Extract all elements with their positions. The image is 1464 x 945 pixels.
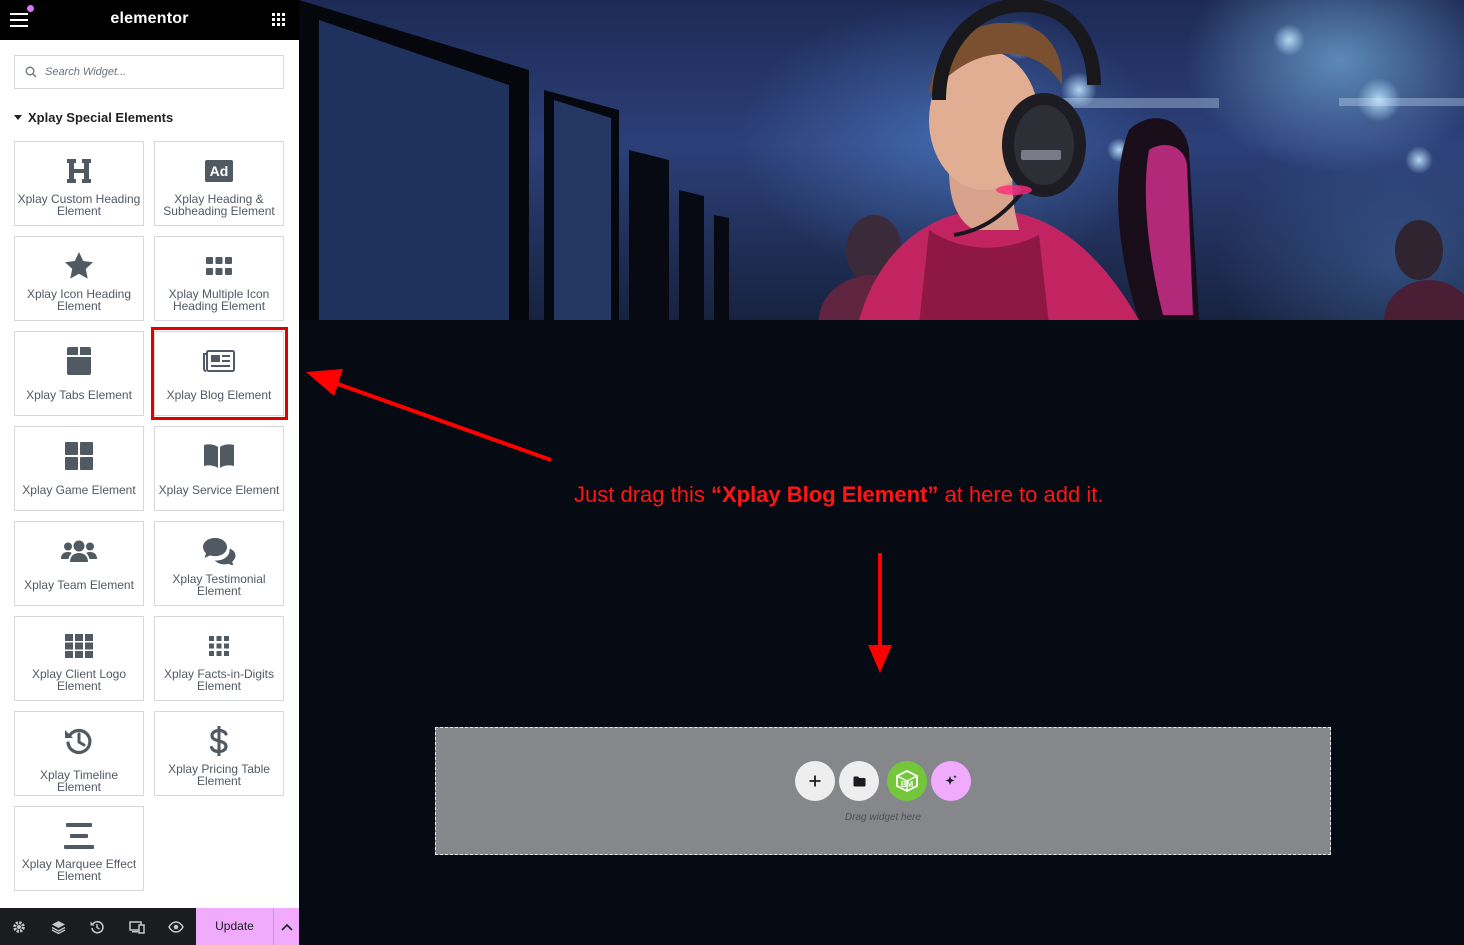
add-template-button[interactable] bbox=[839, 761, 879, 801]
history-icon bbox=[65, 728, 92, 755]
svg-text:Ad: Ad bbox=[210, 163, 229, 179]
hero-image-gamer bbox=[299, 0, 1464, 320]
logo-grid-icon bbox=[65, 634, 93, 658]
widget-team[interactable]: Xplay Team Element bbox=[14, 521, 144, 606]
widget-testimonial[interactable]: Xplay Testimonial Element bbox=[154, 521, 284, 606]
widget-multiple-icon-heading[interactable]: Xplay Multiple Icon Heading Element bbox=[154, 236, 284, 321]
widget-label: Xplay Heading & Subheading Element bbox=[163, 192, 275, 218]
add-section-button[interactable] bbox=[795, 761, 835, 801]
ai-assistant-button[interactable] bbox=[931, 761, 971, 801]
users-icon bbox=[61, 540, 97, 562]
book-icon bbox=[204, 444, 234, 468]
ad-icon: Ad bbox=[205, 160, 233, 182]
elementor-logo: elementor bbox=[110, 10, 189, 27]
drop-zone[interactable]: BM Drag widget here bbox=[435, 727, 1331, 855]
widget-label: Xplay Icon Heading Element bbox=[26, 287, 132, 313]
plus-icon bbox=[809, 775, 821, 787]
widget-label: Xplay Marquee Effect Element bbox=[21, 857, 137, 883]
caret-down-icon bbox=[14, 115, 22, 121]
update-button[interactable]: Update bbox=[196, 908, 273, 945]
widget-label: Xplay Pricing Table Element bbox=[168, 762, 270, 788]
update-options-chevron-icon[interactable] bbox=[273, 908, 299, 945]
settings-icon[interactable] bbox=[10, 918, 28, 936]
widget-custom-heading[interactable]: Xplay Custom Heading Element bbox=[14, 141, 144, 226]
widget-label: Xplay Testimonial Element bbox=[172, 572, 266, 598]
widget-icon-heading[interactable]: Xplay Icon Heading Element bbox=[14, 236, 144, 321]
widgets-grid-icon[interactable] bbox=[272, 13, 286, 27]
search-widget-box bbox=[14, 55, 284, 89]
svg-text:BM: BM bbox=[901, 780, 914, 789]
widget-label: Xplay Facts-in-Digits Element bbox=[163, 667, 275, 693]
folder-icon bbox=[853, 776, 865, 786]
widget-pricing-table[interactable]: Xplay Pricing Table Element bbox=[154, 711, 284, 796]
star-icon bbox=[65, 252, 93, 279]
widget-marquee-effect[interactable]: Xplay Marquee Effect Element bbox=[14, 806, 144, 891]
widget-label: Xplay Timeline Element bbox=[39, 768, 119, 794]
widget-game[interactable]: Xplay Game Element bbox=[14, 426, 144, 511]
dollar-icon bbox=[209, 726, 228, 756]
instruction-text-bold: “Xplay Blog Element” bbox=[710, 482, 939, 507]
widget-service[interactable]: Xplay Service Element bbox=[154, 426, 284, 511]
history-footer-icon[interactable] bbox=[88, 918, 106, 936]
search-input[interactable] bbox=[43, 62, 273, 82]
widget-label: Xplay Custom Heading Element bbox=[17, 192, 141, 218]
editor-panel: elementor Xplay Special Elements Xplay C… bbox=[0, 0, 299, 945]
align-icon bbox=[64, 823, 94, 849]
layers-icon[interactable] bbox=[49, 918, 67, 936]
widget-label: Xplay Client Logo Element bbox=[31, 667, 127, 693]
blog-element-highlight bbox=[151, 327, 288, 420]
widget-label: Xplay Game Element bbox=[22, 483, 136, 497]
responsive-icon[interactable] bbox=[128, 918, 146, 936]
category-header[interactable]: Xplay Special Elements bbox=[14, 110, 173, 126]
search-icon bbox=[25, 66, 37, 78]
instruction-text-pre: Just drag this bbox=[574, 482, 711, 507]
addon-logo-icon: BM bbox=[896, 770, 918, 792]
widget-facts-in-digits[interactable]: Xplay Facts-in-Digits Element bbox=[154, 616, 284, 701]
multi-icon bbox=[206, 257, 232, 275]
preview-eye-icon[interactable] bbox=[167, 918, 185, 936]
instruction-text-post: at here to add it. bbox=[938, 482, 1104, 507]
third-party-addon-button[interactable]: BM bbox=[887, 761, 927, 801]
heading-icon bbox=[67, 159, 91, 183]
widget-label: Xplay Service Element bbox=[158, 483, 280, 497]
drop-zone-hint: Drag widget here bbox=[844, 812, 922, 823]
widget-label: Xplay Tabs Element bbox=[26, 388, 132, 402]
widget-heading-subheading[interactable]: Ad Xplay Heading & Subheading Element bbox=[154, 141, 284, 226]
panel-header: elementor bbox=[0, 0, 299, 40]
box-icon bbox=[67, 347, 91, 375]
grid-icon bbox=[65, 442, 93, 470]
dots-grid-icon bbox=[209, 636, 229, 656]
widget-client-logo[interactable]: Xplay Client Logo Element bbox=[14, 616, 144, 701]
hero-illustration bbox=[299, 0, 1464, 320]
widget-timeline[interactable]: Xplay Timeline Element bbox=[14, 711, 144, 796]
category-title: Xplay Special Elements bbox=[28, 110, 174, 125]
instruction-annotation: Just drag this “Xplay Blog Element” at h… bbox=[574, 481, 1103, 509]
widget-tabs[interactable]: Xplay Tabs Element bbox=[14, 331, 144, 416]
comments-icon bbox=[203, 538, 236, 565]
widget-label: Xplay Multiple Icon Heading Element bbox=[168, 287, 270, 313]
widget-label: Xplay Team Element bbox=[24, 578, 134, 592]
sparkle-icon bbox=[945, 775, 957, 785]
